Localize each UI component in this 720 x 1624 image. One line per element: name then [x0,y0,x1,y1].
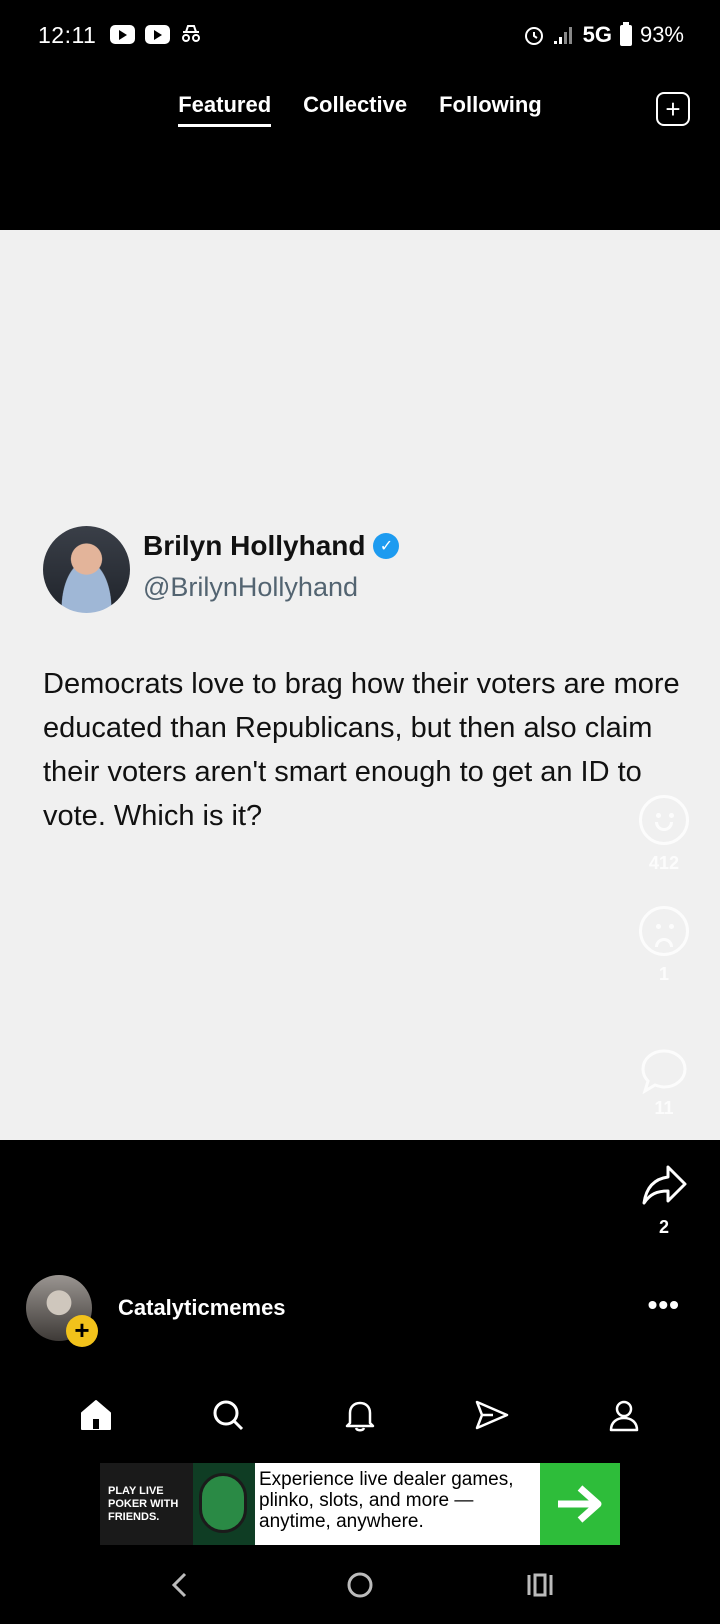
share-count: 2 [658,1217,669,1237]
home-button-icon[interactable] [345,1570,375,1600]
follow-button[interactable]: + [66,1315,98,1347]
author-username[interactable]: Catalyticmemes [118,1295,286,1321]
tab-following[interactable]: Following [439,92,542,127]
arrow-right-icon [558,1485,602,1523]
tab-featured[interactable]: Featured [178,92,272,127]
status-time: 12:11 [38,22,97,48]
verified-badge-icon: ✓ [373,533,400,559]
create-post-button[interactable]: + [656,92,690,126]
incognito-icon [182,25,200,42]
share-icon [642,1165,687,1205]
battery-icon [619,21,632,46]
alarm-icon [524,27,543,45]
ad-cta-button[interactable] [540,1463,620,1545]
network-type: 5G [582,22,612,47]
youtube-icon [110,24,135,44]
tweet-text: Democrats love to brag how their voters … [43,668,680,832]
tab-collective[interactable]: Collective [303,92,407,127]
nav-notifications[interactable] [330,1390,390,1440]
more-options-icon[interactable]: ••• [648,1289,680,1321]
ad-banner[interactable]: PLAY LIVE POKER WITH FRIENDS. Experience… [100,1463,620,1545]
battery-level: 93% [639,22,684,47]
comment-icon [641,1049,687,1095]
ad-image-text: PLAY LIVE POKER WITH FRIENDS. [108,1485,179,1523]
search-icon [213,1400,244,1431]
bottom-nav [0,1385,720,1445]
youtube-icon [145,24,170,44]
post-author-row: + Catalyticmemes ••• [0,1275,720,1347]
nav-search[interactable] [198,1390,258,1440]
signal-icon [553,27,572,44]
status-right: 5G 93% [523,21,684,48]
ad-image: PLAY LIVE POKER WITH FRIENDS. [100,1463,255,1545]
smile-icon [639,795,689,845]
recent-apps-icon[interactable] [525,1570,555,1600]
share-button[interactable]: 2 [624,1163,704,1238]
happy-count: 412 [648,853,680,873]
profile-icon [609,1400,639,1432]
tweet-avatar [43,526,130,613]
poker-table-icon [199,1473,247,1533]
tweet-author: Brilyn Hollyhand ✓ [143,530,400,562]
nav-profile[interactable] [594,1390,654,1440]
frown-icon [639,906,689,956]
meme-image[interactable]: Brilyn Hollyhand ✓ @BrilynHollyhand Demo… [0,230,720,1140]
reaction-happy[interactable]: 412 [624,795,704,874]
tweet-name: Brilyn Hollyhand [143,530,366,561]
send-icon [475,1400,509,1430]
reaction-sad[interactable]: 1 [624,906,704,985]
notification-icons [110,24,202,44]
home-icon [81,1400,111,1430]
back-icon[interactable] [165,1570,195,1600]
sad-count: 1 [658,964,669,984]
nav-home[interactable] [66,1390,126,1440]
plus-icon: + [665,94,681,124]
status-bar: 12:11 5G 93% [0,0,720,70]
ad-text: Experience live dealer games, plinko, sl… [259,1469,514,1532]
comment-count: 11 [654,1098,674,1118]
feed-tabs: Featured Collective Following [0,92,720,127]
tweet-handle: @BrilynHollyhand [143,572,358,602]
nav-messages[interactable] [462,1390,522,1440]
system-nav-bar [0,1560,720,1610]
comment-button[interactable]: 11 [624,1046,704,1119]
bell-icon [345,1401,375,1432]
